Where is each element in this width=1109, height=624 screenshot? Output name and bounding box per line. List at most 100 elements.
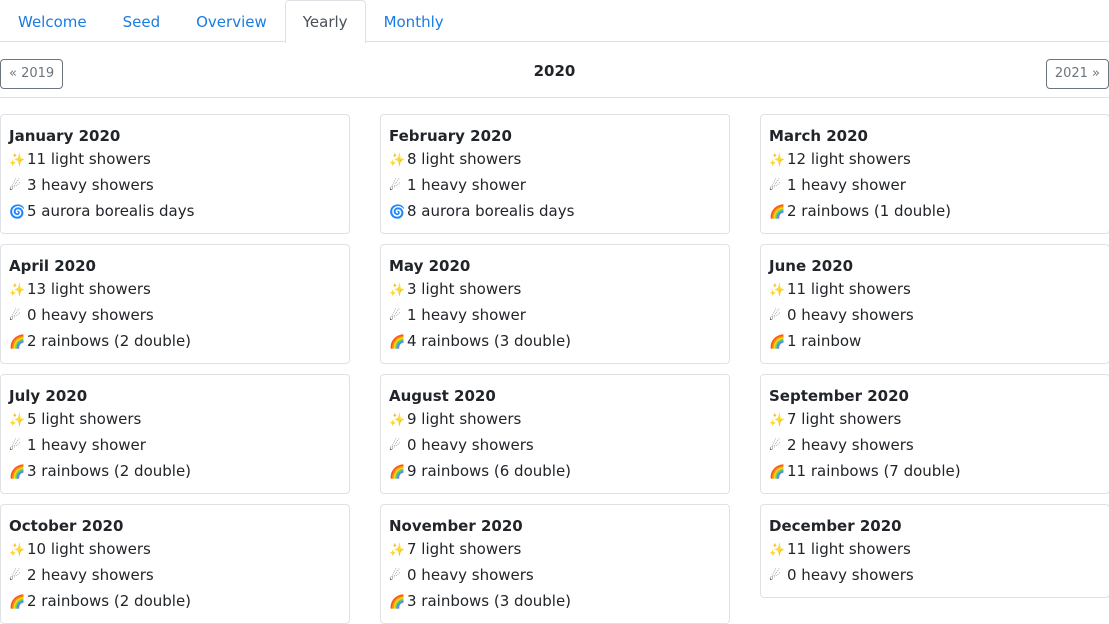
month-card: August 2020 ✨ 9 light showers ☄ 0 heavy show… bbox=[380, 374, 730, 494]
stat-line: ☄ 2 heavy showers bbox=[769, 433, 1101, 459]
comet-icon: ☄ bbox=[769, 179, 781, 194]
stat-text: 1 rainbow bbox=[787, 332, 862, 350]
sparkles-icon: ✨ bbox=[9, 153, 26, 168]
stat-line: 🌈 2 rainbows (1 double) bbox=[769, 199, 1101, 225]
stat-text: 3 light showers bbox=[407, 280, 522, 298]
stat-line: 🌈 3 rainbows (2 double) bbox=[9, 459, 341, 485]
stat-text: 0 heavy showers bbox=[407, 566, 534, 584]
stat-text: 9 rainbows (6 double) bbox=[407, 462, 572, 480]
sparkles-icon: ✨ bbox=[389, 543, 406, 558]
stat-text: 0 heavy showers bbox=[787, 566, 914, 584]
tab-seed[interactable]: Seed bbox=[105, 0, 179, 42]
stat-line: 🌈 4 rainbows (3 double) bbox=[389, 329, 721, 355]
rainbow-icon: 🌈 bbox=[769, 465, 786, 480]
comet-icon: ☄ bbox=[9, 569, 21, 584]
stat-line: 🌈 9 rainbows (6 double) bbox=[389, 459, 721, 485]
month-title: February 2020 bbox=[389, 127, 512, 145]
stat-line: 🌈 2 rainbows (2 double) bbox=[9, 589, 341, 615]
month-title: November 2020 bbox=[389, 517, 523, 535]
next-year-button[interactable]: 2021 » bbox=[1045, 59, 1109, 89]
stat-line: ☄ 1 heavy shower bbox=[769, 173, 1101, 199]
month-card: January 2020 ✨ 11 light showers ☄ 3 heavy sh… bbox=[0, 114, 350, 234]
aurora-icon: 🌀 bbox=[9, 205, 26, 220]
month-card: October 2020 ✨ 10 light showers ☄ 2 heavy sh… bbox=[0, 504, 350, 624]
tab-monthly[interactable]: Monthly bbox=[366, 0, 462, 42]
month-card: December 2020 ✨ 11 light showers ☄ 0 heavy s… bbox=[760, 504, 1109, 598]
rainbow-icon: 🌈 bbox=[769, 205, 786, 220]
month-title: April 2020 bbox=[9, 257, 96, 275]
month-card: April 2020 ✨ 13 light showers ☄ 0 heavy show… bbox=[0, 244, 350, 364]
stat-text: 7 light showers bbox=[787, 410, 902, 428]
stat-line: 🌈 3 rainbows (3 double) bbox=[389, 589, 721, 615]
sparkles-icon: ✨ bbox=[9, 283, 26, 298]
stat-text: 3 rainbows (3 double) bbox=[407, 592, 572, 610]
month-card: September 2020 ✨ 7 light showers ☄ 2 heavy s… bbox=[760, 374, 1109, 494]
tab-yearly[interactable]: Yearly bbox=[284, 0, 366, 43]
stat-text: 0 heavy showers bbox=[27, 306, 154, 324]
month-title: March 2020 bbox=[769, 127, 868, 145]
month-card: February 2020 ✨ 8 light showers ☄ 1 heavy sh… bbox=[380, 114, 730, 234]
month-title: September 2020 bbox=[769, 387, 909, 405]
month-card: March 2020 ✨ 12 light showers ☄ 1 heavy show… bbox=[760, 114, 1109, 234]
stat-line: 🌈 1 rainbow bbox=[769, 329, 1101, 355]
sparkles-icon: ✨ bbox=[389, 413, 406, 428]
stat-line: ✨ 3 light showers bbox=[389, 277, 721, 303]
stat-text: 3 heavy showers bbox=[27, 176, 154, 194]
stat-line: ☄ 1 heavy shower bbox=[389, 173, 721, 199]
stat-text: 5 aurora borealis days bbox=[27, 202, 195, 220]
sparkles-icon: ✨ bbox=[769, 153, 786, 168]
stat-line: ✨ 13 light showers bbox=[9, 277, 341, 303]
comet-icon: ☄ bbox=[769, 569, 781, 584]
sparkles-icon: ✨ bbox=[9, 413, 26, 428]
tab-bar: Welcome Seed Overview Yearly Monthly bbox=[0, 0, 1109, 43]
stat-text: 0 heavy showers bbox=[407, 436, 534, 454]
stat-text: 11 rainbows (7 double) bbox=[787, 462, 961, 480]
stat-text: 9 light showers bbox=[407, 410, 522, 428]
stat-line: ☄ 1 heavy shower bbox=[389, 303, 721, 329]
rainbow-icon: 🌈 bbox=[389, 335, 406, 350]
stat-line: 🌈 2 rainbows (2 double) bbox=[9, 329, 341, 355]
stat-line: ✨ 7 light showers bbox=[769, 407, 1101, 433]
rainbow-icon: 🌈 bbox=[9, 465, 26, 480]
month-title: January 2020 bbox=[9, 127, 121, 145]
sparkles-icon: ✨ bbox=[769, 543, 786, 558]
stat-text: 1 heavy shower bbox=[407, 176, 526, 194]
stat-text: 1 heavy shower bbox=[27, 436, 146, 454]
stat-line: ✨ 11 light showers bbox=[9, 147, 341, 173]
month-card: November 2020 ✨ 7 light showers ☄ 0 heavy sh… bbox=[380, 504, 730, 624]
year-title: 2020 bbox=[533, 62, 576, 80]
stat-line: ☄ 0 heavy showers bbox=[769, 563, 1101, 589]
tab-welcome[interactable]: Welcome bbox=[0, 0, 105, 42]
month-title: June 2020 bbox=[769, 257, 854, 275]
stat-line: ✨ 9 light showers bbox=[389, 407, 721, 433]
month-card: July 2020 ✨ 5 light showers ☄ 1 heavy shower… bbox=[0, 374, 350, 494]
stat-text: 7 light showers bbox=[407, 540, 522, 558]
year-navigation: « 2019 2020 2021 » bbox=[0, 42, 1109, 98]
tab-overview[interactable]: Overview bbox=[178, 0, 285, 42]
month-title: December 2020 bbox=[769, 517, 902, 535]
stat-text: 11 light showers bbox=[27, 150, 151, 168]
month-card: May 2020 ✨ 3 light showers ☄ 1 heavy shower 🌈… bbox=[380, 244, 730, 364]
month-title: May 2020 bbox=[389, 257, 471, 275]
month-title: July 2020 bbox=[9, 387, 88, 405]
aurora-icon: 🌀 bbox=[389, 205, 406, 220]
sparkles-icon: ✨ bbox=[389, 283, 406, 298]
stat-line: ✨ 11 light showers bbox=[769, 277, 1101, 303]
sparkles-icon: ✨ bbox=[769, 283, 786, 298]
stat-text: 2 rainbows (2 double) bbox=[27, 592, 192, 610]
stat-line: ✨ 8 light showers bbox=[389, 147, 721, 173]
rainbow-icon: 🌈 bbox=[9, 335, 26, 350]
comet-icon: ☄ bbox=[389, 569, 401, 584]
stat-text: 8 light showers bbox=[407, 150, 522, 168]
sparkles-icon: ✨ bbox=[769, 413, 786, 428]
stat-text: 1 heavy shower bbox=[787, 176, 906, 194]
stat-text: 5 light showers bbox=[27, 410, 142, 428]
month-card: June 2020 ✨ 11 light showers ☄ 0 heavy showe… bbox=[760, 244, 1109, 364]
comet-icon: ☄ bbox=[9, 309, 21, 324]
stat-line: ☄ 0 heavy showers bbox=[389, 563, 721, 589]
stat-text: 11 light showers bbox=[787, 280, 911, 298]
stat-line: ☄ 3 heavy showers bbox=[9, 173, 341, 199]
stat-line: 🌀 5 aurora borealis days bbox=[9, 199, 341, 225]
stat-text: 1 heavy shower bbox=[407, 306, 526, 324]
rainbow-icon: 🌈 bbox=[769, 335, 786, 350]
